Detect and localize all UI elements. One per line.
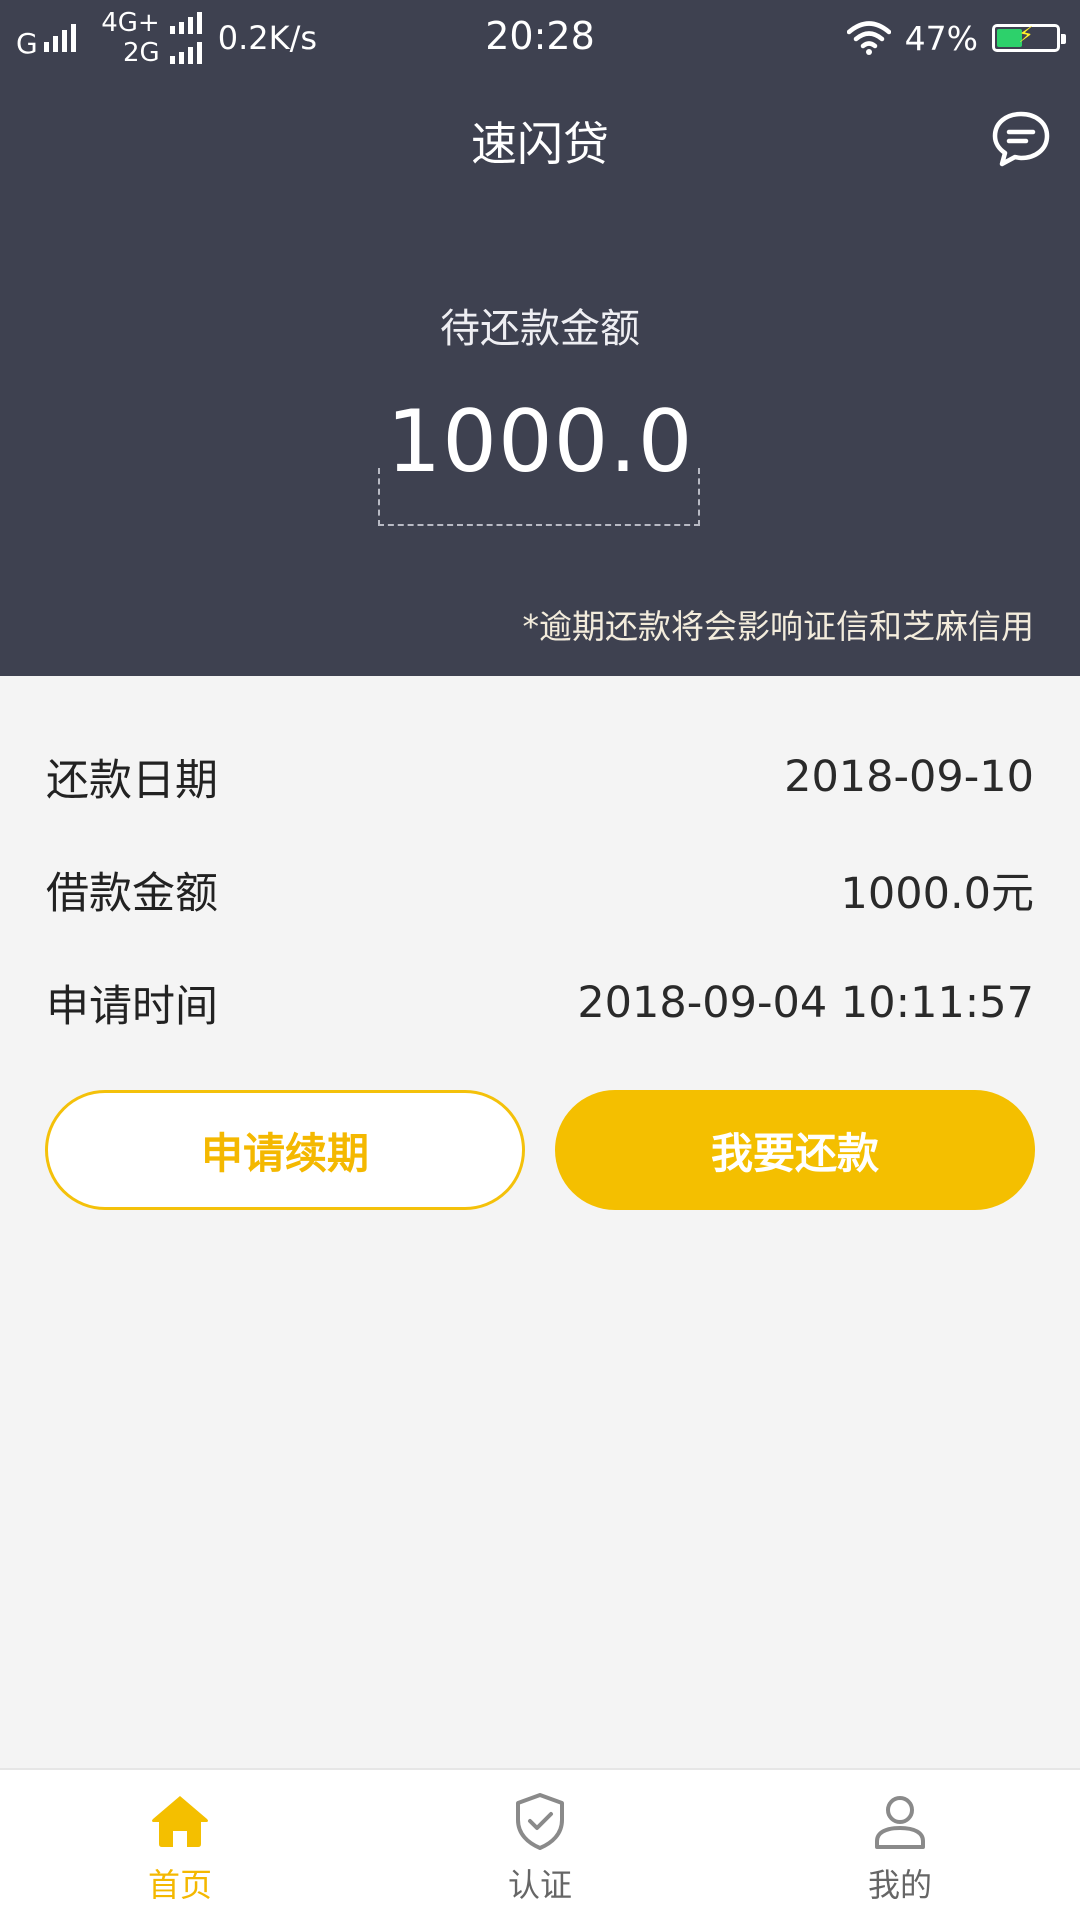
info-row-repay-date: 还款日期 2018-09-10	[46, 720, 1034, 833]
user-icon	[875, 1796, 925, 1849]
tab-mine[interactable]: 我的	[720, 1770, 1080, 1920]
info-row-apply-time: 申请时间 2018-09-04 10:11:57	[46, 946, 1034, 1059]
pending-amount-label: 待还款金额	[440, 306, 640, 352]
tab-label: 我的	[867, 1866, 932, 1904]
app-title: 速闪贷	[471, 117, 609, 171]
info-value: 2018-09-10	[784, 751, 1034, 802]
message-button[interactable]	[990, 108, 1052, 170]
repay-button[interactable]: 我要还款	[555, 1090, 1035, 1210]
info-label: 还款日期	[46, 755, 218, 806]
shield-check-icon	[516, 1793, 564, 1850]
chat-bubble-icon	[992, 111, 1050, 167]
tab-home[interactable]: 首页	[0, 1770, 360, 1920]
tab-label: 首页	[147, 1866, 212, 1904]
info-value: 1000.0元	[840, 868, 1034, 919]
wifi-icon	[846, 21, 891, 55]
status-bar: G 4G+ 2G 0.2K/s 20:28 47% ⚡	[0, 0, 1080, 76]
renew-button[interactable]: 申请续期	[45, 1090, 525, 1210]
charging-icon: ⚡	[1018, 23, 1034, 48]
screen: G 4G+ 2G 0.2K/s 20:28 47% ⚡ 速闪贷 待还款金额 10…	[0, 0, 1080, 1920]
tab-label: 认证	[507, 1866, 572, 1904]
battery-percent: 47%	[904, 18, 978, 58]
info-value: 2018-09-04 10:11:57	[577, 977, 1034, 1028]
tab-certify[interactable]: 认证	[360, 1770, 720, 1920]
overdue-notice: *逾期还款将会影响证信和芝麻信用	[522, 607, 1035, 646]
info-label: 申请时间	[46, 981, 218, 1032]
info-row-loan-amount: 借款金额 1000.0元	[46, 833, 1034, 946]
status-right: 47% ⚡	[846, 16, 1066, 60]
loan-info-list: 还款日期 2018-09-10 借款金额 1000.0元 申请时间 2018-0…	[46, 720, 1034, 1059]
pending-amount: 1000.0	[386, 392, 694, 492]
app-header: 速闪贷	[0, 96, 1080, 182]
home-icon	[152, 1796, 208, 1847]
bottom-tab-bar: 首页 认证 我的	[0, 1768, 1080, 1920]
battery-icon: ⚡	[992, 23, 1066, 52]
info-label: 借款金额	[46, 868, 218, 919]
top-panel: G 4G+ 2G 0.2K/s 20:28 47% ⚡ 速闪贷 待还款金额 10…	[0, 0, 1080, 676]
